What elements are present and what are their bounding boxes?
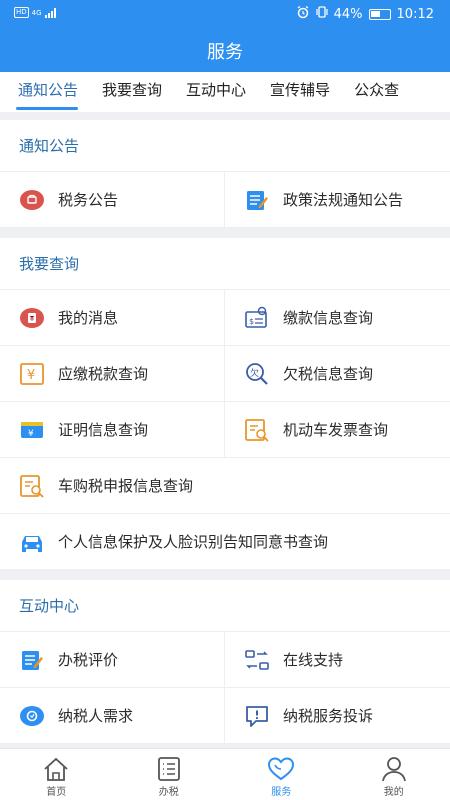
evaluation-icon <box>18 648 46 672</box>
purchase-tax-icon <box>18 474 46 498</box>
vehicle-invoice-query-item[interactable]: 机动车发票查询 <box>225 402 450 458</box>
online-support-icon <box>243 648 271 672</box>
page-title: 服务 <box>207 42 243 63</box>
tab-notice[interactable]: 通知公告 <box>0 72 90 112</box>
alarm-icon <box>296 5 310 23</box>
certificate-query-item[interactable]: ¥ 证明信息查询 <box>0 402 225 458</box>
nav-label: 办税 <box>158 787 179 798</box>
svg-text:欠: 欠 <box>250 367 259 379</box>
nav-label: 首页 <box>46 787 67 798</box>
payment-query-item[interactable]: $ 缴款信息查询 <box>225 290 450 346</box>
car-icon <box>18 530 46 554</box>
tab-public-query[interactable]: 公众查 <box>342 72 411 112</box>
vibrate-icon <box>316 5 328 23</box>
item-label: 应缴税款查询 <box>58 365 149 383</box>
complaint-icon <box>243 704 271 728</box>
nav-label: 服务 <box>271 787 292 798</box>
svg-text:¥: ¥ <box>27 368 35 383</box>
policy-notice-item[interactable]: 政策法规通知公告 <box>225 172 450 228</box>
tax-list-icon <box>157 757 180 781</box>
network-type: 4G <box>31 8 42 17</box>
nav-home[interactable]: 首页 <box>0 749 113 800</box>
message-icon <box>18 306 46 330</box>
battery-percent: 44% <box>333 6 363 22</box>
arrears-query-item[interactable]: 欠 欠税信息查询 <box>225 346 450 402</box>
tab-interaction[interactable]: 互动中心 <box>174 72 258 112</box>
svg-text:$: $ <box>249 317 254 326</box>
certificate-icon: ¥ <box>18 418 46 442</box>
payment-query-icon: $ <box>243 306 271 330</box>
nav-tax[interactable]: 办税 <box>113 749 226 800</box>
my-message-item[interactable]: 我的消息 <box>0 290 225 346</box>
vehicle-invoice-icon <box>243 418 271 442</box>
interaction-section: 互动中心 办税评价 在线支持 纳税人需求 纳税服务投诉 <box>0 580 450 744</box>
person-icon <box>381 757 406 782</box>
clock-time: 10:12 <box>396 6 434 22</box>
tax-due-query-item[interactable]: ¥ 应缴税款查询 <box>0 346 225 402</box>
battery-icon <box>368 8 391 20</box>
item-label: 车购税申报信息查询 <box>58 477 194 495</box>
tab-publicity[interactable]: 宣传辅导 <box>258 72 342 112</box>
query-section: 我要查询 我的消息 $ 缴款信息查询 ¥ 应缴税款查询 欠 欠税信息查询 ¥ 证… <box>0 238 450 570</box>
section-title: 通知公告 <box>0 120 450 172</box>
tab-query[interactable]: 我要查询 <box>90 72 174 112</box>
section-title: 互动中心 <box>0 580 450 632</box>
item-label: 办税评价 <box>58 651 119 669</box>
face-recognition-consent-query-item[interactable]: 个人信息保护及人脸识别告知同意书查询 <box>0 514 450 570</box>
svg-text:¥: ¥ <box>28 429 34 439</box>
bottom-navigation: 首页 办税 服务 我的 <box>0 748 450 800</box>
taxpayer-requirement-item[interactable]: 纳税人需求 <box>0 688 225 744</box>
top-bar: HD 4G 44% 10:12 服务 <box>0 0 450 72</box>
section-title: 我要查询 <box>0 238 450 290</box>
item-label: 税务公告 <box>58 191 119 209</box>
home-icon <box>44 757 68 781</box>
item-label: 机动车发票查询 <box>283 421 389 439</box>
item-label: 纳税人需求 <box>58 707 134 725</box>
service-content: 通知公告 税务公告 政策法规通知公告 我要查询 我的消息 $ 缴款信息查询 ¥ … <box>0 120 450 754</box>
item-label: 证明信息查询 <box>58 421 149 439</box>
tax-due-icon: ¥ <box>18 362 46 386</box>
service-complaint-item[interactable]: 纳税服务投诉 <box>225 688 450 744</box>
item-label: 个人信息保护及人脸识别告知同意书查询 <box>58 533 329 551</box>
arrears-icon: 欠 <box>243 362 271 386</box>
item-label: 纳税服务投诉 <box>283 707 374 725</box>
notice-section: 通知公告 税务公告 政策法规通知公告 <box>0 120 450 228</box>
purchase-tax-query-item[interactable]: 车购税申报信息查询 <box>0 458 450 514</box>
item-label: 我的消息 <box>58 309 119 327</box>
heart-icon <box>268 757 295 781</box>
item-label: 政策法规通知公告 <box>283 191 404 209</box>
online-support-item[interactable]: 在线支持 <box>225 632 450 688</box>
status-bar: HD 4G 44% 10:12 <box>0 0 450 28</box>
nav-mine[interactable]: 我的 <box>338 749 450 800</box>
item-label: 欠税信息查询 <box>283 365 374 383</box>
policy-document-icon <box>243 188 271 212</box>
tax-announcement-icon <box>18 188 46 212</box>
item-label: 在线支持 <box>283 651 344 669</box>
tax-evaluation-item[interactable]: 办税评价 <box>0 632 225 688</box>
signal-icon <box>44 7 56 18</box>
nav-label: 我的 <box>383 787 404 798</box>
nav-service[interactable]: 服务 <box>225 749 338 800</box>
hd-badge: HD <box>14 7 29 18</box>
item-label: 缴款信息查询 <box>283 309 374 327</box>
tax-announcement-item[interactable]: 税务公告 <box>0 172 225 228</box>
category-tabs: 通知公告 我要查询 互动中心 宣传辅导 公众查 <box>0 72 450 112</box>
requirement-icon <box>18 704 46 728</box>
